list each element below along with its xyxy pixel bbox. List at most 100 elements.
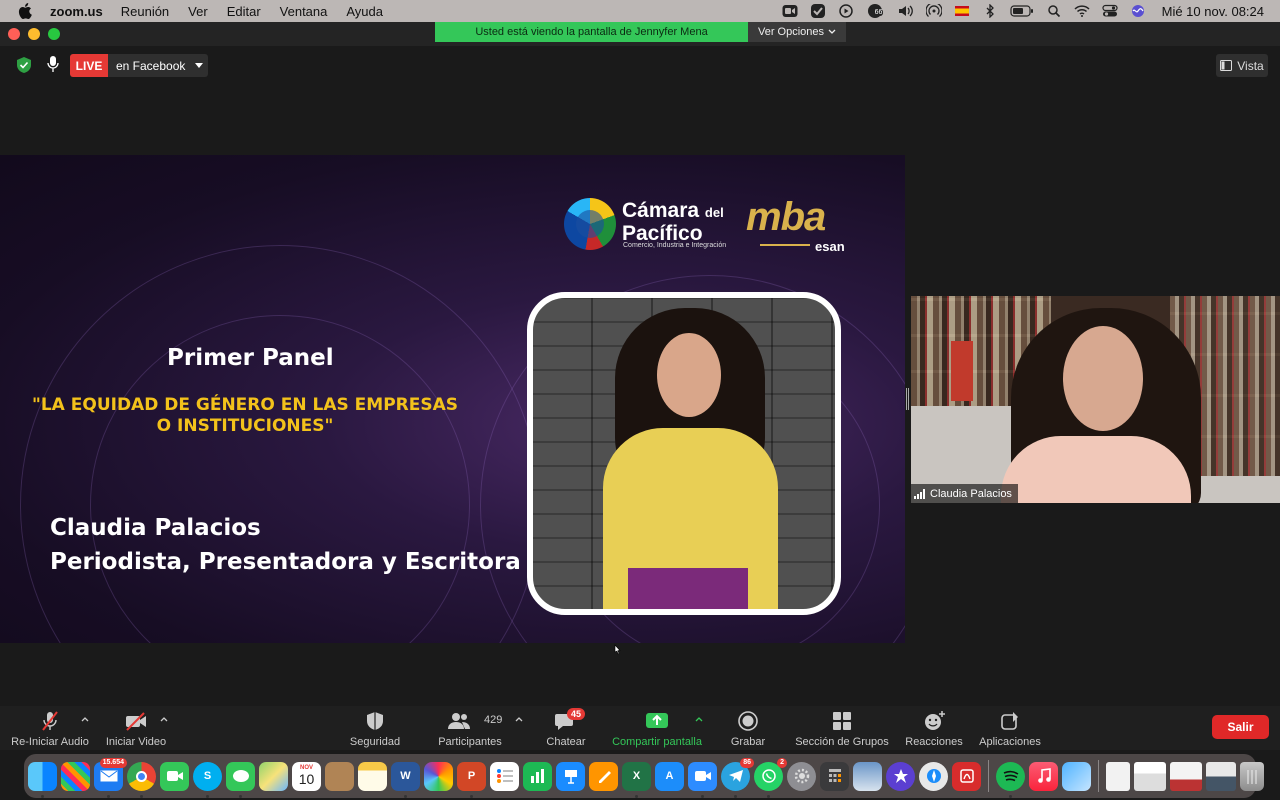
dock-maps-icon[interactable] bbox=[259, 761, 288, 791]
dock-word-icon[interactable]: W bbox=[391, 761, 420, 798]
dock-screenshot-1-icon[interactable] bbox=[1134, 761, 1166, 791]
dock-screenshot-2-icon[interactable] bbox=[1170, 761, 1202, 791]
dock-pages-icon[interactable] bbox=[589, 761, 618, 791]
chat-button[interactable]: 45 Chatear bbox=[543, 706, 589, 750]
battery-icon[interactable] bbox=[1010, 4, 1034, 18]
macos-dock: 15.654 S NOV 10 W P X A 86 2 bbox=[24, 754, 1264, 798]
dock-chrome-icon[interactable] bbox=[127, 761, 156, 798]
microphone-icon[interactable] bbox=[46, 55, 60, 73]
audio-options-caret-icon[interactable] bbox=[81, 716, 89, 722]
dock-reminders-icon[interactable] bbox=[490, 761, 519, 791]
dock-trash-icon[interactable] bbox=[1240, 761, 1264, 791]
dock-photo-tool-icon[interactable] bbox=[1062, 761, 1091, 791]
telegram-unread-badge: 86 bbox=[740, 757, 754, 768]
airdrop-icon[interactable] bbox=[925, 4, 942, 18]
dock-launchpad-icon[interactable] bbox=[61, 761, 90, 791]
participant-shirt bbox=[1001, 436, 1191, 503]
dock-browser-icon[interactable] bbox=[919, 761, 948, 791]
spanish-flag-icon[interactable] bbox=[954, 4, 970, 18]
apple-logo-icon[interactable] bbox=[18, 3, 32, 19]
dock-music-icon[interactable] bbox=[1029, 761, 1058, 791]
dock-calendar-icon[interactable]: NOV 10 bbox=[292, 761, 321, 791]
reactions-button[interactable]: Reacciones bbox=[903, 706, 965, 750]
menubar-clock[interactable]: Mié 10 nov. 08:24 bbox=[1162, 4, 1264, 19]
share-screen-button[interactable]: Compartir pantalla bbox=[608, 706, 706, 750]
bluetooth-icon[interactable] bbox=[982, 4, 998, 18]
dock-screenshot-3-icon[interactable] bbox=[1206, 761, 1236, 791]
dock-acrobat-icon[interactable] bbox=[952, 761, 981, 791]
menu-editar[interactable]: Editar bbox=[227, 4, 261, 19]
envelope-icon bbox=[100, 770, 117, 782]
close-window-button[interactable] bbox=[8, 28, 20, 40]
video-options-caret-icon[interactable] bbox=[160, 716, 168, 722]
breakout-rooms-icon bbox=[833, 712, 851, 730]
share-options-caret-icon[interactable] bbox=[695, 716, 703, 722]
dock-zoom-icon[interactable] bbox=[688, 761, 717, 798]
dock-excel-icon[interactable]: X bbox=[622, 761, 651, 798]
siri-icon[interactable] bbox=[1130, 4, 1146, 18]
panel-resize-handle[interactable] bbox=[906, 388, 909, 410]
mail-counter-icon[interactable]: 66 bbox=[866, 3, 886, 19]
security-button[interactable]: Seguridad bbox=[345, 706, 405, 750]
menu-ventana[interactable]: Ventana bbox=[280, 4, 328, 19]
minimize-window-button[interactable] bbox=[28, 28, 40, 40]
dock-preview-icon[interactable] bbox=[853, 761, 882, 791]
start-video-button[interactable]: Iniciar Video bbox=[103, 706, 169, 750]
breakout-rooms-button[interactable]: Sección de Grupos bbox=[793, 706, 891, 750]
dock-photos-icon[interactable] bbox=[424, 761, 453, 791]
dock-keynote-icon[interactable] bbox=[556, 761, 585, 791]
apps-button[interactable]: Aplicaciones bbox=[976, 706, 1044, 750]
restart-audio-button[interactable]: Re-Iniciar Audio bbox=[9, 706, 91, 750]
search-icon[interactable] bbox=[1046, 4, 1062, 18]
live-destination-dropdown[interactable]: en Facebook bbox=[108, 54, 208, 77]
dock-whatsapp-icon[interactable]: 2 bbox=[754, 757, 787, 798]
dock-contacts-icon[interactable] bbox=[325, 761, 354, 791]
zoom-camera-icon bbox=[694, 771, 711, 781]
play-circle-icon[interactable] bbox=[838, 4, 854, 18]
participants-options-caret-icon[interactable] bbox=[515, 716, 523, 722]
dock-notes-icon[interactable] bbox=[358, 761, 387, 791]
dock-system-preferences-icon[interactable] bbox=[787, 761, 816, 791]
dock-skype-icon[interactable]: S bbox=[193, 761, 222, 798]
running-indicator bbox=[767, 794, 770, 798]
dock-facetime-icon[interactable] bbox=[160, 761, 189, 791]
zoom-menubar-icon[interactable] bbox=[782, 4, 798, 18]
dock-finder-icon[interactable] bbox=[28, 761, 57, 798]
menu-ayuda[interactable]: Ayuda bbox=[346, 4, 383, 19]
zoom-window-button[interactable] bbox=[48, 28, 60, 40]
menubar-app-name[interactable]: zoom.us bbox=[50, 4, 103, 19]
check-icon[interactable] bbox=[810, 4, 826, 18]
dock-numbers-icon[interactable] bbox=[523, 761, 552, 791]
bar-chart-icon bbox=[530, 769, 544, 783]
record-button[interactable]: Grabar bbox=[728, 706, 768, 750]
participant-video-tile[interactable] bbox=[911, 296, 1280, 503]
dock-imovie-icon[interactable] bbox=[886, 761, 915, 791]
dock-document-icon[interactable] bbox=[1106, 761, 1130, 791]
camara-del-pacifico-logo-icon bbox=[564, 198, 616, 250]
participants-button[interactable]: Participantes bbox=[435, 706, 505, 750]
chevron-down-icon bbox=[828, 29, 836, 34]
running-indicator bbox=[470, 794, 473, 798]
security-shield-icon[interactable] bbox=[15, 56, 33, 74]
trash-icon bbox=[1247, 770, 1257, 784]
dock-area: 15.654 S NOV 10 W P X A 86 2 bbox=[0, 750, 1280, 800]
dock-powerpoint-icon[interactable]: P bbox=[457, 761, 486, 798]
dock-telegram-icon[interactable]: 86 bbox=[721, 757, 754, 798]
live-badge[interactable]: LIVE bbox=[70, 54, 108, 77]
volume-icon[interactable] bbox=[898, 4, 914, 18]
view-options-button[interactable]: Ver Opciones bbox=[748, 22, 846, 42]
dock-app-store-icon[interactable]: A bbox=[655, 761, 684, 791]
dock-spotify-icon[interactable] bbox=[996, 761, 1025, 798]
dock-mail-icon[interactable]: 15.654 bbox=[94, 757, 127, 798]
view-layout-button[interactable]: Vista bbox=[1216, 54, 1268, 77]
tile-red-book bbox=[951, 341, 973, 401]
menu-reunion[interactable]: Reunión bbox=[121, 4, 169, 19]
dock-calculator-icon[interactable] bbox=[820, 761, 849, 791]
dock-messages-icon[interactable] bbox=[226, 761, 255, 798]
control-center-icon[interactable] bbox=[1102, 4, 1118, 18]
leave-meeting-button[interactable]: Salir bbox=[1212, 715, 1269, 739]
view-options-label: Ver Opciones bbox=[757, 26, 825, 38]
wifi-icon[interactable] bbox=[1074, 4, 1090, 18]
menu-ver[interactable]: Ver bbox=[188, 4, 208, 19]
participant-face bbox=[1063, 326, 1143, 431]
